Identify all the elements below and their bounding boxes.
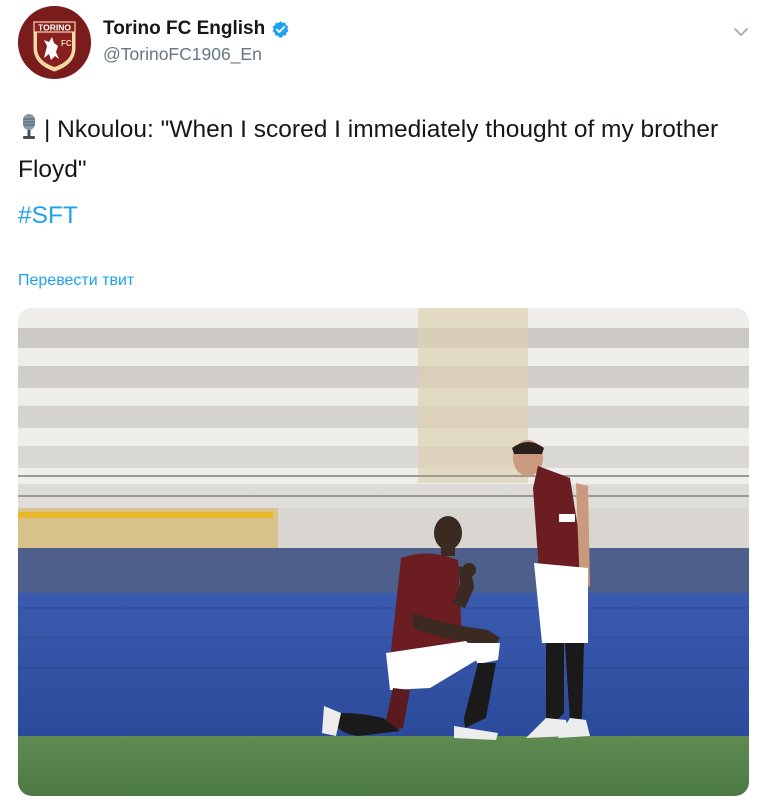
avatar[interactable]: TORINO FC [18,6,91,79]
tweet-body: | Nkoulou: "When I scored I immediately … [18,116,719,183]
author-info: Torino FC English @TorinoFC1906_En [103,18,290,65]
tweet-text: | Nkoulou: "When I scored I immediately … [18,110,738,190]
torino-crest-icon: TORINO FC [18,6,91,79]
avatar-crest-sublabel: FC [61,39,72,48]
tweet-photo[interactable] [18,308,749,796]
translate-tweet-link[interactable]: Перевести твит [18,272,134,290]
author-name[interactable]: Torino FC English [103,18,290,40]
hashtag-link[interactable]: #SFT [18,202,78,230]
author-handle[interactable]: @TorinoFC1906_En [103,44,290,65]
verified-badge-icon [272,20,289,38]
studio-microphone-icon [23,114,35,139]
photo-players-kneeling [18,308,749,796]
chevron-down-icon[interactable] [731,22,751,42]
tweet-header: TORINO FC Torino FC English @TorinoFC190… [18,6,763,82]
avatar-crest-label: TORINO [38,23,71,33]
author-display-name[interactable]: Torino FC English [103,18,265,40]
